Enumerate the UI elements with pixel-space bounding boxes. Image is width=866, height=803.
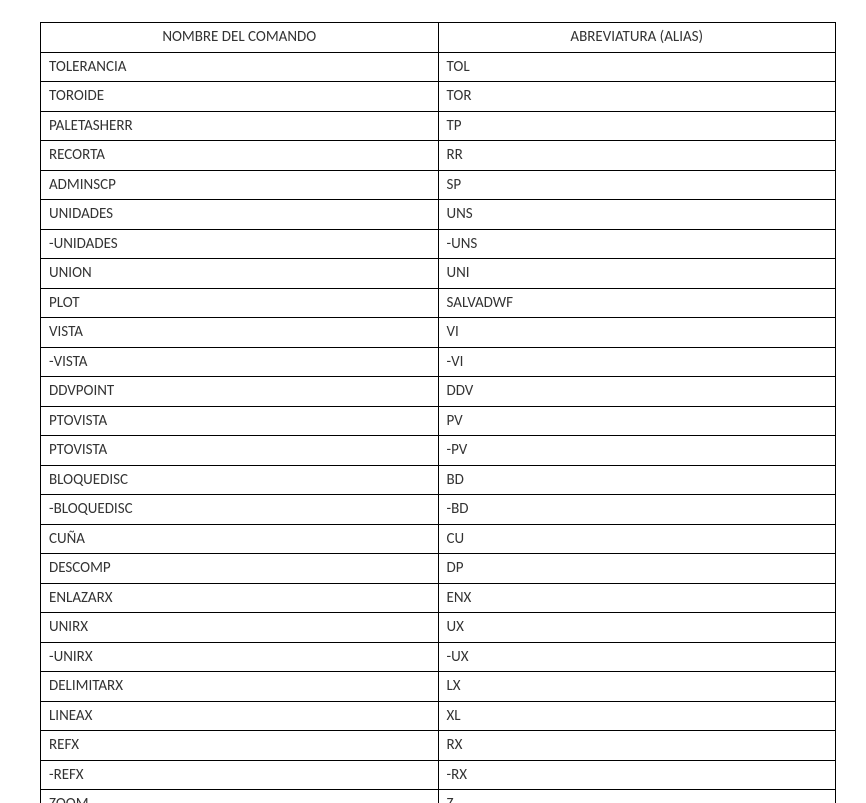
cell-command-alias: DP	[438, 554, 836, 584]
table-row: -UNIDADES -UNS	[41, 229, 836, 259]
cell-command-alias: UX	[438, 613, 836, 643]
table-row: UNION UNI	[41, 259, 836, 289]
table-row: PLOT SALVADWF	[41, 288, 836, 318]
table-row: LINEAX XL	[41, 701, 836, 731]
cell-command-alias: -BD	[438, 495, 836, 525]
table-row: PTOVISTA -PV	[41, 436, 836, 466]
table-row: -BLOQUEDISC -BD	[41, 495, 836, 525]
cell-command-name: RECORTA	[41, 141, 439, 171]
cell-command-name: -UNIDADES	[41, 229, 439, 259]
cell-command-name: TOLERANCIA	[41, 52, 439, 82]
cell-command-name: CUÑA	[41, 524, 439, 554]
cell-command-name: PALETASHERR	[41, 111, 439, 141]
cell-command-name: UNION	[41, 259, 439, 289]
cell-command-name: VISTA	[41, 318, 439, 348]
cell-command-name: ADMINSCP	[41, 170, 439, 200]
cell-command-name: -REFX	[41, 760, 439, 790]
cell-command-name: TOROIDE	[41, 82, 439, 112]
cell-command-name: ENLAZARX	[41, 583, 439, 613]
cell-command-alias: -UNS	[438, 229, 836, 259]
cell-command-alias: LX	[438, 672, 836, 702]
table-row: RECORTA RR	[41, 141, 836, 171]
table-body: TOLERANCIA TOL TOROIDE TOR PALETASHERR T…	[41, 52, 836, 803]
cell-command-alias: -PV	[438, 436, 836, 466]
cell-command-alias: DDV	[438, 377, 836, 407]
cell-command-name: PTOVISTA	[41, 406, 439, 436]
cell-command-alias: -VI	[438, 347, 836, 377]
cell-command-alias: SP	[438, 170, 836, 200]
cell-command-alias: CU	[438, 524, 836, 554]
table-row: ADMINSCP SP	[41, 170, 836, 200]
cell-command-name: DELIMITARX	[41, 672, 439, 702]
cell-command-alias: -RX	[438, 760, 836, 790]
cell-command-name: BLOQUEDISC	[41, 465, 439, 495]
header-command-name: NOMBRE DEL COMANDO	[41, 23, 439, 53]
table-row: PALETASHERR TP	[41, 111, 836, 141]
cell-command-alias: SALVADWF	[438, 288, 836, 318]
cell-command-name: PLOT	[41, 288, 439, 318]
cell-command-name: -VISTA	[41, 347, 439, 377]
cell-command-alias: BD	[438, 465, 836, 495]
cell-command-alias: ENX	[438, 583, 836, 613]
cell-command-alias: RR	[438, 141, 836, 171]
cell-command-name: DESCOMP	[41, 554, 439, 584]
cell-command-name: REFX	[41, 731, 439, 761]
table-header-row: NOMBRE DEL COMANDO ABREVIATURA (ALIAS)	[41, 23, 836, 53]
cell-command-alias: VI	[438, 318, 836, 348]
cell-command-name: PTOVISTA	[41, 436, 439, 466]
header-command-alias: ABREVIATURA (ALIAS)	[438, 23, 836, 53]
cell-command-alias: UNS	[438, 200, 836, 230]
table-row: PTOVISTA PV	[41, 406, 836, 436]
table-row: REFX RX	[41, 731, 836, 761]
cell-command-alias: -UX	[438, 642, 836, 672]
cell-command-alias: TOR	[438, 82, 836, 112]
table-row: VISTA VI	[41, 318, 836, 348]
cell-command-name: LINEAX	[41, 701, 439, 731]
table-row: UNIDADES UNS	[41, 200, 836, 230]
cell-command-name: -UNIRX	[41, 642, 439, 672]
cell-command-name: DDVPOINT	[41, 377, 439, 407]
cell-command-name: UNIDADES	[41, 200, 439, 230]
table-row: ZOOM Z	[41, 790, 836, 803]
cell-command-alias: TOL	[438, 52, 836, 82]
table-row: -UNIRX -UX	[41, 642, 836, 672]
table-row: TOROIDE TOR	[41, 82, 836, 112]
cell-command-name: -BLOQUEDISC	[41, 495, 439, 525]
cell-command-name: UNIRX	[41, 613, 439, 643]
cell-command-alias: TP	[438, 111, 836, 141]
command-alias-table: NOMBRE DEL COMANDO ABREVIATURA (ALIAS) T…	[40, 22, 836, 803]
table-row: ENLAZARX ENX	[41, 583, 836, 613]
cell-command-alias: RX	[438, 731, 836, 761]
cell-command-alias: PV	[438, 406, 836, 436]
cell-command-alias: UNI	[438, 259, 836, 289]
table-row: DDVPOINT DDV	[41, 377, 836, 407]
table-row: BLOQUEDISC BD	[41, 465, 836, 495]
cell-command-name: ZOOM	[41, 790, 439, 803]
table-row: DESCOMP DP	[41, 554, 836, 584]
document-page: NOMBRE DEL COMANDO ABREVIATURA (ALIAS) T…	[0, 0, 866, 803]
cell-command-alias: Z	[438, 790, 836, 803]
cell-command-alias: XL	[438, 701, 836, 731]
table-row: -REFX -RX	[41, 760, 836, 790]
table-row: -VISTA -VI	[41, 347, 836, 377]
table-row: CUÑA CU	[41, 524, 836, 554]
table-row: DELIMITARX LX	[41, 672, 836, 702]
table-row: UNIRX UX	[41, 613, 836, 643]
table-row: TOLERANCIA TOL	[41, 52, 836, 82]
